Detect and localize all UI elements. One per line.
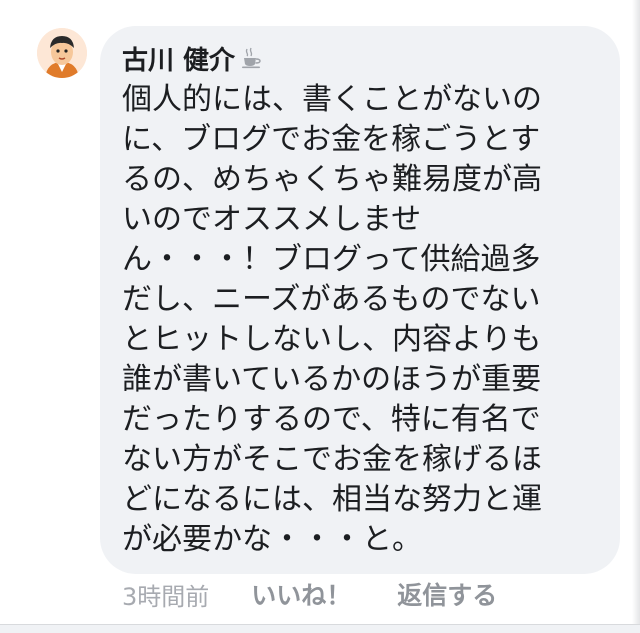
comment-text: 個人的には、書くことがないの に、ブログでお金を稼ごうとす るの、めちゃくちゃ難… bbox=[122, 80, 598, 560]
comment-text-line: 個人的には、書くことがないの bbox=[122, 82, 542, 117]
comment-text-line: るの、めちゃくちゃ難易度が高 bbox=[122, 162, 542, 197]
author-name[interactable]: 古川 健介 bbox=[122, 40, 235, 77]
comment-text-line: とヒットしないし、内容よりも bbox=[122, 322, 542, 357]
like-button[interactable]: いいね！ bbox=[251, 576, 351, 612]
cartoon-face-icon bbox=[37, 28, 87, 78]
comment-text-line: だったりするので、特に有名で bbox=[122, 402, 541, 437]
comment-header: 古川 健介 bbox=[122, 38, 598, 78]
comment-text-line: ん・・・！ブログって供給過多 bbox=[122, 242, 541, 277]
scroll-edge bbox=[632, 0, 640, 632]
comment-text-line: 誰が書いているかのほうが重要 bbox=[122, 362, 542, 397]
reply-button[interactable]: 返信する bbox=[397, 576, 497, 612]
comment-text-line: ない方がそこでお金を稼げるほ bbox=[122, 442, 542, 477]
comment-timestamp[interactable]: 3時間前 bbox=[122, 577, 209, 612]
comment-text-line: いのでオススメしませ bbox=[122, 202, 422, 237]
comment-bubble: 古川 健介 個人的には、書くことがないの に、ブログでお金を稼ごうとす るの、め… bbox=[100, 26, 620, 574]
comment-text-line: どになるには、相当な努力と運 bbox=[122, 482, 542, 517]
comment-text-line: だし、ニーズがあるものでない bbox=[122, 282, 541, 317]
comment-text-line: に、ブログでお金を稼ごうとす bbox=[122, 122, 541, 157]
comment-actions: 3時間前 いいね！ 返信する bbox=[122, 576, 497, 612]
comment-text-line: が必要かな・・・と。 bbox=[122, 522, 422, 557]
author-avatar[interactable] bbox=[37, 28, 87, 78]
coffee-cup-icon bbox=[241, 47, 263, 69]
